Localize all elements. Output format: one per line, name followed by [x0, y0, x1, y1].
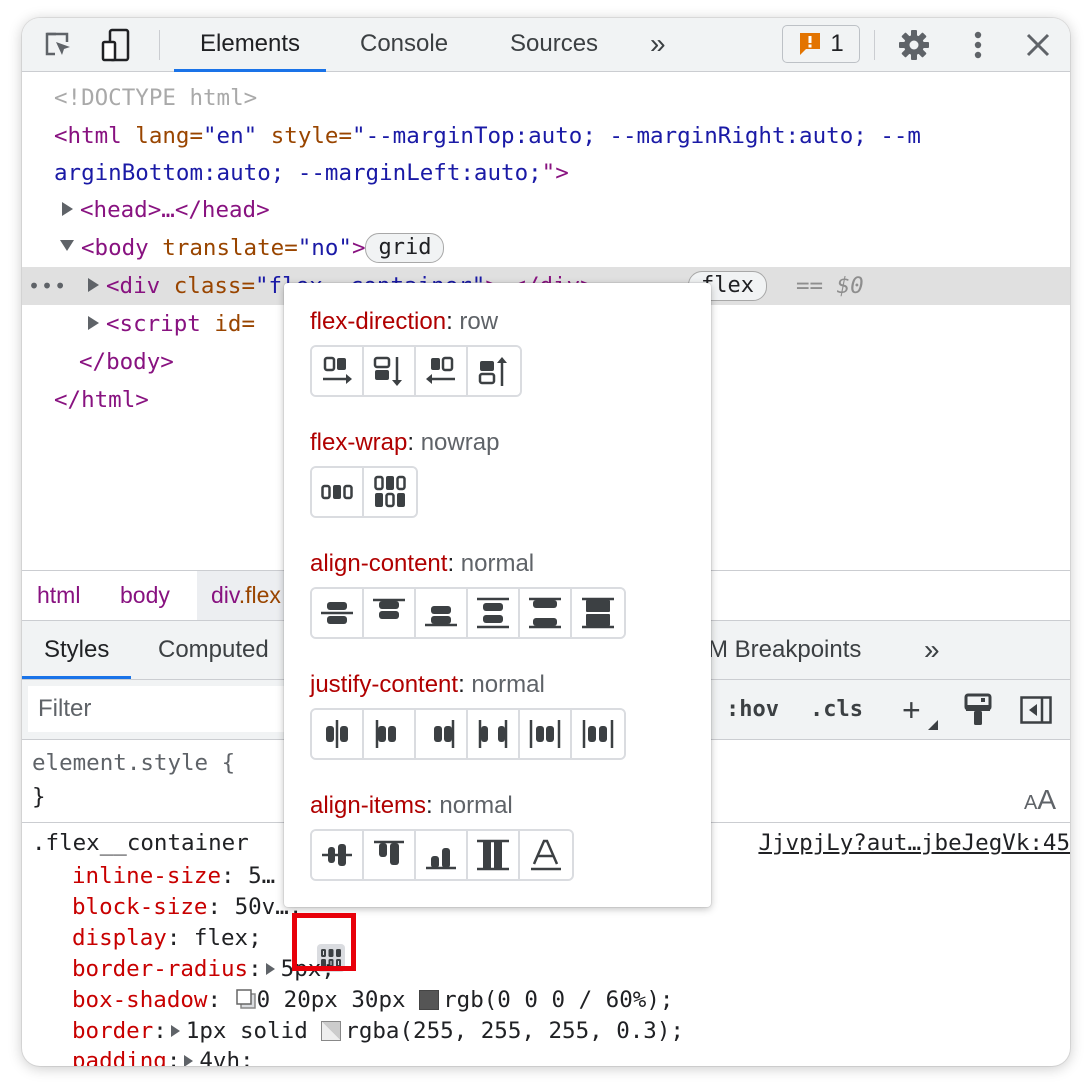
justify-content-space-around-button[interactable] [520, 710, 572, 758]
style-property[interactable]: padding: 4vh; [72, 1046, 254, 1066]
expand-triangle-icon[interactable] [62, 202, 73, 216]
class-toggle[interactable]: .cls [810, 690, 863, 730]
dom-node-doctype[interactable]: <!DOCTYPE html> [22, 79, 1070, 117]
issue-icon [800, 33, 821, 55]
expand-triangle-icon[interactable] [184, 1055, 194, 1066]
paint-roller-icon[interactable] [960, 692, 996, 728]
dom-node-body[interactable]: <body translate="no"> grid [22, 229, 1070, 267]
breadcrumb-body[interactable]: body [120, 571, 170, 620]
tab-elements[interactable]: Elements [173, 18, 327, 72]
align-content-options [310, 587, 626, 639]
shadow-editor-icon[interactable] [235, 988, 257, 1010]
align-items-label: align-items: normal [310, 792, 513, 819]
expand-triangle-icon[interactable] [88, 316, 99, 330]
align-content-stretch-button[interactable] [572, 589, 624, 637]
row-more-icon[interactable]: ••• [28, 267, 67, 305]
justify-content-start-button[interactable] [364, 710, 416, 758]
color-swatch[interactable] [419, 990, 440, 1010]
align-content-label: align-content: normal [310, 550, 535, 577]
element-style-selector[interactable]: element.style { [32, 748, 235, 779]
align-content-end-button[interactable] [416, 589, 468, 637]
color-swatch[interactable] [321, 1021, 342, 1041]
style-property[interactable]: border-radius: 5px; [72, 954, 335, 985]
font-editor-icon[interactable]: AA [1024, 784, 1056, 816]
expand-triangle-icon[interactable] [265, 963, 275, 975]
align-items-section: align-items: normal [310, 791, 574, 881]
align-items-stretch-button[interactable] [468, 831, 520, 879]
device-toolbar-icon[interactable] [98, 27, 134, 63]
flex-wrap-wrap-button[interactable] [364, 468, 416, 516]
dom-node-head[interactable]: <head>…</head> [22, 191, 1070, 229]
tab-computed[interactable]: Computed [158, 621, 269, 679]
align-content-center-button[interactable] [312, 589, 364, 637]
flex-direction-label: flex-direction: row [310, 308, 499, 335]
hover-state-toggle[interactable]: :hov [726, 690, 779, 730]
align-items-start-button[interactable] [364, 831, 416, 879]
flex-direction-row-button[interactable] [312, 347, 364, 395]
flex-wrap-options [310, 466, 418, 518]
breadcrumb-html[interactable]: html [37, 571, 80, 620]
style-property[interactable]: inline-size: 5… [72, 861, 275, 892]
justify-content-end-button[interactable] [416, 710, 468, 758]
justify-content-label: justify-content: normal [310, 671, 545, 698]
selected-marker: == $0 [796, 273, 864, 299]
toolbar-separator [159, 30, 160, 60]
justify-content-space-evenly-button[interactable] [572, 710, 624, 758]
flex-direction-section: flex-direction: row [310, 307, 522, 397]
rule-selector[interactable]: .flex__container [32, 828, 249, 859]
flex-direction-column-reverse-button[interactable] [468, 347, 520, 395]
devtools-window: Elements Console Sources » 1 <!DOCTYPE h… [22, 18, 1070, 1066]
align-content-space-between-button[interactable] [520, 589, 572, 637]
more-vertical-icon[interactable] [960, 27, 996, 63]
issues-count: 1 [830, 30, 844, 57]
style-property[interactable]: border: 1px solid rgba(255, 255, 255, 0.3… [72, 1016, 684, 1047]
inspect-element-icon[interactable] [40, 27, 76, 63]
align-items-end-button[interactable] [416, 831, 468, 879]
toolbar-separator [874, 30, 875, 60]
flex-direction-row-reverse-button[interactable] [416, 347, 468, 395]
flex-direction-column-button[interactable] [364, 347, 416, 395]
tab-styles[interactable]: Styles [22, 621, 132, 679]
justify-content-center-button[interactable] [312, 710, 364, 758]
align-content-section: align-content: normal [310, 549, 626, 639]
expand-triangle-icon[interactable] [170, 1025, 180, 1037]
tab-console[interactable]: Console [360, 18, 448, 72]
style-property[interactable]: display: flex; [72, 923, 262, 954]
more-tabs-button[interactable]: » [924, 621, 940, 679]
align-content-space-around-button[interactable] [468, 589, 520, 637]
align-content-start-button[interactable] [364, 589, 416, 637]
close-icon[interactable] [1020, 27, 1056, 63]
align-items-baseline-button[interactable] [520, 831, 572, 879]
flex-wrap-label: flex-wrap: nowrap [310, 429, 500, 456]
expand-triangle-icon[interactable] [88, 278, 99, 292]
issues-button[interactable]: 1 [782, 25, 860, 63]
style-property[interactable]: block-size: 50v…; [72, 892, 302, 923]
new-style-rule-button[interactable]: + [902, 690, 938, 730]
flex-direction-options [310, 345, 522, 397]
gear-icon[interactable] [896, 27, 932, 63]
dom-node-html-continued: arginBottom:auto; --marginLeft:auto;"> [54, 160, 569, 186]
element-style-close: } [32, 784, 46, 810]
justify-content-options [310, 708, 626, 760]
tab-sources[interactable]: Sources [510, 18, 598, 72]
align-items-options [310, 829, 574, 881]
flex-wrap-section: flex-wrap: nowrap [310, 428, 499, 518]
flex-wrap-nowrap-button[interactable] [312, 468, 364, 516]
main-toolbar: Elements Console Sources » 1 [22, 18, 1070, 72]
justify-content-space-between-button[interactable] [468, 710, 520, 758]
rule-source-link[interactable]: JjvpjLy?aut…jbeJegVk:45 [758, 828, 1070, 859]
flexbox-editor-popover: flex-direction: row flex-wrap: nowrap al… [284, 283, 711, 907]
style-property[interactable]: box-shadow: 0 20px 30px rgb(0 0 0 / 60%)… [72, 985, 673, 1016]
dom-node-html[interactable]: <html lang="en" style="--marginTop:auto;… [22, 117, 1070, 155]
more-tabs-button[interactable]: » [650, 18, 666, 72]
breadcrumb-div-flex[interactable]: div.flex [197, 571, 295, 620]
collapse-triangle-icon[interactable] [60, 240, 74, 251]
grid-badge[interactable]: grid [365, 233, 445, 263]
toggle-sidebar-icon[interactable] [1018, 692, 1054, 728]
justify-content-section: justify-content: normal [310, 670, 626, 760]
align-items-center-button[interactable] [312, 831, 364, 879]
